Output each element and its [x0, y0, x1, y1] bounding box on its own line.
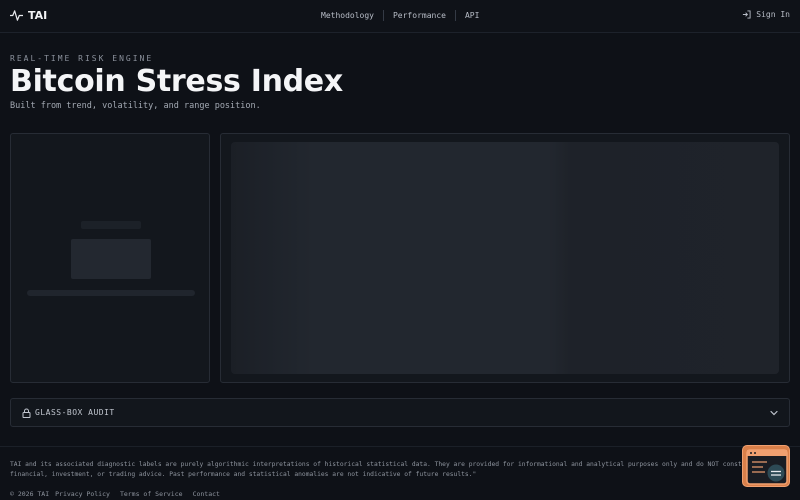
skeleton-chart: [231, 142, 779, 374]
hero-eyebrow: REAL-TIME RISK ENGINE: [10, 54, 154, 63]
terms-of-service-link[interactable]: Terms of Service: [120, 490, 193, 498]
main-nav: Methodology Performance API: [312, 10, 488, 21]
floating-chat-widget[interactable]: [742, 445, 790, 487]
privacy-policy-link[interactable]: Privacy Policy: [55, 490, 120, 498]
login-icon: [743, 10, 751, 19]
stress-score-panel: [10, 133, 210, 383]
skeleton-label: [81, 221, 141, 229]
brand-name: TAI: [28, 9, 48, 22]
pulse-icon: [10, 10, 23, 21]
copyright: © 2026 TAI: [10, 490, 50, 498]
top-navigation-bar: TAI Methodology Performance API Sign In: [0, 0, 800, 33]
skeleton-value: [71, 239, 151, 279]
skeleton-bar: [27, 290, 195, 296]
chat-widget-icon: [746, 449, 788, 485]
chart-panel: [220, 133, 790, 383]
chevron-down-icon: [770, 410, 778, 416]
footer-divider: [0, 446, 800, 447]
nav-api[interactable]: API: [456, 11, 488, 20]
audit-label: GLASS-BOX AUDIT: [35, 408, 115, 417]
lock-icon: [22, 408, 31, 418]
page-title: Bitcoin Stress Index: [10, 64, 343, 99]
page-subtitle: Built from trend, volatility, and range …: [10, 101, 261, 111]
sign-in-button[interactable]: Sign In: [742, 10, 790, 19]
nav-methodology[interactable]: Methodology: [312, 11, 383, 20]
brand-logo[interactable]: TAI: [10, 9, 47, 22]
legal-disclaimer: TAI and its associated diagnostic labels…: [10, 461, 761, 478]
sign-in-label: Sign In: [756, 10, 790, 19]
glass-box-audit-accordion[interactable]: GLASS-BOX AUDIT: [10, 398, 790, 427]
footer-links: © 2026 TAI Privacy Policy Terms of Servi…: [10, 490, 230, 498]
nav-performance[interactable]: Performance: [384, 11, 455, 20]
contact-link[interactable]: Contact: [193, 490, 230, 498]
